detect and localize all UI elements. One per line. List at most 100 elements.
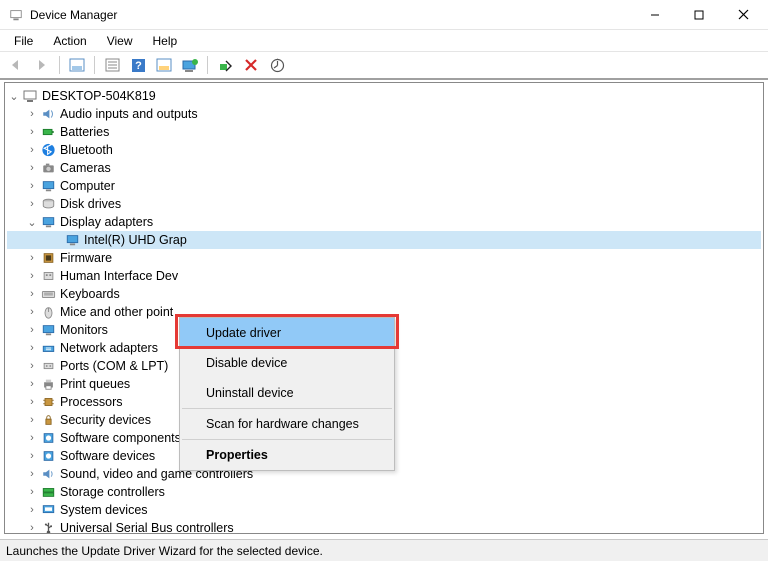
enable-button[interactable] bbox=[213, 54, 237, 76]
cpu-icon bbox=[40, 394, 56, 410]
tree-category-label: Processors bbox=[60, 395, 127, 409]
tree-category-label: Disk drives bbox=[60, 197, 125, 211]
menu-view[interactable]: View bbox=[97, 32, 143, 50]
expand-icon[interactable]: › bbox=[25, 270, 39, 282]
ctx-properties[interactable]: Properties bbox=[180, 440, 394, 470]
expand-icon[interactable]: › bbox=[25, 306, 39, 318]
port-icon bbox=[40, 358, 56, 374]
menu-action[interactable]: Action bbox=[43, 32, 96, 50]
update-driver-button[interactable] bbox=[178, 54, 202, 76]
tree-category[interactable]: ›Firmware bbox=[7, 249, 761, 267]
expand-icon[interactable]: › bbox=[25, 324, 39, 336]
software-icon bbox=[40, 430, 56, 446]
expand-icon[interactable]: › bbox=[25, 360, 39, 372]
hid-icon bbox=[40, 268, 56, 284]
tree-category[interactable]: › Disk drives bbox=[7, 195, 761, 213]
usb-icon bbox=[40, 520, 56, 534]
tree-category-label: Audio inputs and outputs bbox=[60, 107, 202, 121]
tree-category[interactable]: ›Human Interface Dev bbox=[7, 267, 761, 285]
ctx-update-label: Update driver bbox=[206, 326, 281, 340]
battery-icon bbox=[40, 124, 56, 140]
tree-category[interactable]: › Batteries bbox=[7, 123, 761, 141]
expand-icon[interactable]: › bbox=[25, 504, 39, 516]
tree-category[interactable]: › Storage controllers bbox=[7, 483, 761, 501]
expand-icon[interactable]: › bbox=[25, 396, 39, 408]
svg-text:?: ? bbox=[135, 60, 142, 72]
expand-icon[interactable]: › bbox=[25, 486, 39, 498]
speaker-icon bbox=[40, 106, 56, 122]
close-button[interactable] bbox=[730, 5, 756, 25]
maximize-button[interactable] bbox=[686, 5, 712, 25]
tree-device-selected[interactable]: Intel(R) UHD Grap bbox=[7, 231, 761, 249]
firmware-icon bbox=[40, 250, 56, 266]
toolbar: ? bbox=[0, 52, 768, 80]
expand-icon[interactable]: › bbox=[25, 144, 39, 156]
device-tree-panel: ⌄ DESKTOP-504K819 › Audio inputs and outp… bbox=[4, 82, 764, 534]
ctx-scan-label: Scan for hardware changes bbox=[206, 417, 359, 431]
tree-category[interactable]: ›Cameras bbox=[7, 159, 761, 177]
tree-root-label: DESKTOP-504K819 bbox=[42, 89, 160, 103]
collapse-icon[interactable]: ⌄ bbox=[7, 90, 21, 103]
tree-device-label: Intel(R) UHD Grap bbox=[84, 233, 191, 247]
ctx-scan-hardware[interactable]: Scan for hardware changes bbox=[180, 409, 394, 439]
expand-icon[interactable]: › bbox=[25, 252, 39, 264]
expand-icon[interactable]: › bbox=[25, 414, 39, 426]
expand-icon[interactable]: › bbox=[25, 522, 39, 534]
tree-root[interactable]: ⌄ DESKTOP-504K819 bbox=[7, 87, 761, 105]
forward-button[interactable] bbox=[30, 54, 54, 76]
back-button[interactable] bbox=[4, 54, 28, 76]
tree-category[interactable]: › Audio inputs and outputs bbox=[7, 105, 761, 123]
menu-file[interactable]: File bbox=[4, 32, 43, 50]
collapse-icon[interactable]: ⌄ bbox=[25, 216, 39, 229]
tree-category[interactable]: ›Bluetooth bbox=[7, 141, 761, 159]
expand-icon[interactable]: › bbox=[25, 162, 39, 174]
tree-category-label: Storage controllers bbox=[60, 485, 169, 499]
expand-icon[interactable]: › bbox=[25, 198, 39, 210]
tree-category-label: Monitors bbox=[60, 323, 112, 337]
expand-icon[interactable]: › bbox=[25, 342, 39, 354]
ctx-properties-label: Properties bbox=[206, 448, 268, 462]
ctx-uninstall-device[interactable]: Uninstall device bbox=[180, 378, 394, 408]
toolbar-separator bbox=[207, 56, 208, 74]
expand-icon[interactable]: › bbox=[25, 180, 39, 192]
tree-category[interactable]: ⌄Display adapters bbox=[7, 213, 761, 231]
expand-icon[interactable]: › bbox=[25, 126, 39, 138]
expand-icon[interactable]: › bbox=[25, 108, 39, 120]
keyboard-icon bbox=[40, 286, 56, 302]
expand-icon[interactable]: › bbox=[25, 450, 39, 462]
network-icon bbox=[40, 340, 56, 356]
expand-icon[interactable]: › bbox=[25, 468, 39, 480]
tree-category[interactable]: ›Universal Serial Bus controllers bbox=[7, 519, 761, 534]
minimize-button[interactable] bbox=[642, 5, 668, 25]
tree-category[interactable]: ›Keyboards bbox=[7, 285, 761, 303]
tree-category-label: Security devices bbox=[60, 413, 155, 427]
scan-hardware-button[interactable] bbox=[265, 54, 289, 76]
tree-category-label: Network adapters bbox=[60, 341, 162, 355]
tree-category[interactable]: › Computer bbox=[7, 177, 761, 195]
expand-icon[interactable]: › bbox=[25, 288, 39, 300]
tree-category-label: Software devices bbox=[60, 449, 159, 463]
tree-category[interactable]: › System devices bbox=[7, 501, 761, 519]
tree-category-label: Computer bbox=[60, 179, 119, 193]
computer-icon bbox=[40, 178, 56, 194]
ctx-update-driver[interactable]: Update driver bbox=[180, 318, 394, 348]
storage-icon bbox=[40, 484, 56, 500]
display-icon bbox=[64, 232, 80, 248]
tree-category-label: Mice and other point bbox=[60, 305, 177, 319]
expand-icon[interactable]: › bbox=[25, 432, 39, 444]
show-hidden-button[interactable] bbox=[65, 54, 89, 76]
ctx-disable-device[interactable]: Disable device bbox=[180, 348, 394, 378]
computer-icon bbox=[22, 88, 38, 104]
expand-icon[interactable]: › bbox=[25, 378, 39, 390]
help-button[interactable]: ? bbox=[126, 54, 150, 76]
properties-button[interactable] bbox=[100, 54, 124, 76]
tree-category-label: System devices bbox=[60, 503, 152, 517]
menu-help[interactable]: Help bbox=[143, 32, 188, 50]
mouse-icon bbox=[40, 304, 56, 320]
status-text: Launches the Update Driver Wizard for th… bbox=[6, 544, 323, 558]
tree-category-label: Print queues bbox=[60, 377, 134, 391]
tree-category-label: Batteries bbox=[60, 125, 113, 139]
scan-button[interactable] bbox=[152, 54, 176, 76]
uninstall-button[interactable] bbox=[239, 54, 263, 76]
menubar: File Action View Help bbox=[0, 30, 768, 52]
